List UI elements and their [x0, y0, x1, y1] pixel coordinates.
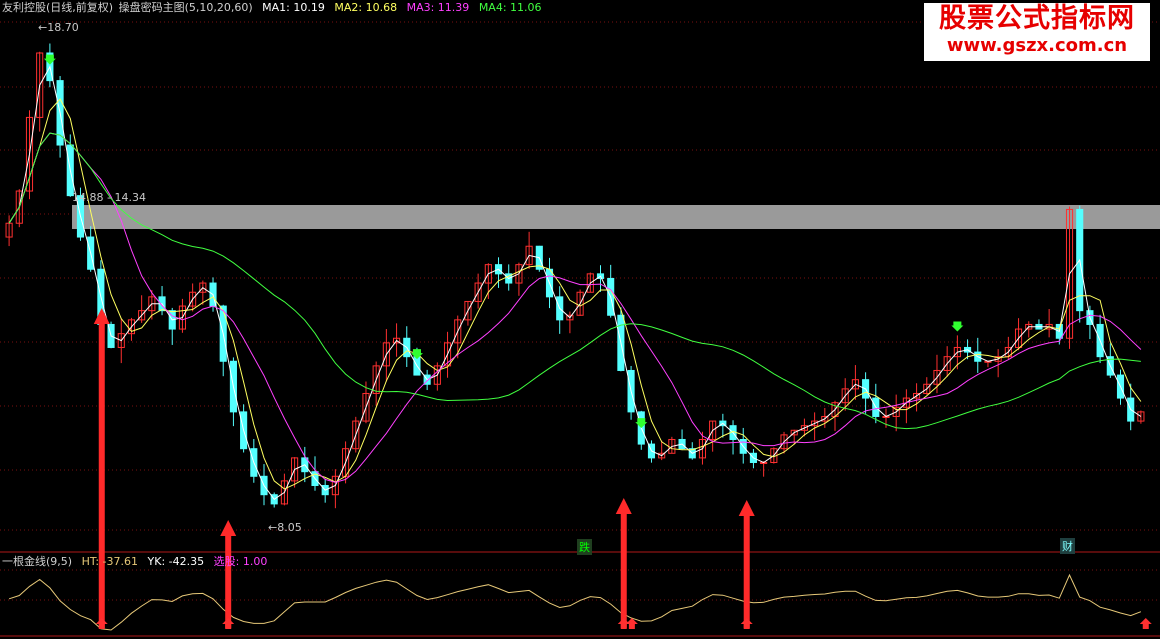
yk-value: YK: -42.35: [147, 555, 205, 568]
ma3-line: [8, 132, 1142, 483]
sell-arrow-icon: [635, 418, 648, 429]
ma4-line: [8, 132, 1141, 430]
sub-chart-header: 一根金线(9,5) HT: -37.61 YK: -42.35 选股: 1.00: [2, 555, 273, 569]
buy-signal-icon: [222, 618, 235, 629]
stock-title: 友利控股(日线,前复权): [2, 1, 114, 14]
sub-indicator-name: 一根金线(9,5): [2, 555, 73, 568]
buy-signal-icon: [1139, 618, 1152, 629]
main-chart-header: 友利控股(日线,前复权) 操盘密码主图(5,10,20,60) MA1: 10.…: [2, 1, 548, 15]
ma2-value: MA2: 10.68: [334, 1, 398, 14]
ma4-value: MA4: 11.06: [478, 1, 542, 14]
buy-arrow-shaft: [743, 512, 750, 628]
watermark-logo: 股票公式指标网 www.gszx.com.cn: [924, 3, 1150, 61]
buy-arrow-shaft: [98, 320, 105, 628]
ma2-line: [8, 98, 1142, 490]
resistance-band: [72, 205, 1160, 229]
band-range-label: 14.88 - 14.34: [72, 191, 146, 204]
high-price-label: ←18.70: [38, 21, 79, 34]
buy-signal-icon: [740, 618, 753, 629]
low-price-label: ←8.05: [268, 521, 302, 534]
xg-value: 选股: 1.00: [213, 555, 268, 568]
die-tag: 跌: [577, 539, 592, 555]
buy-arrow-icon: [738, 500, 755, 516]
ma3-value: MA3: 11.39: [406, 1, 470, 14]
sell-arrow-icon: [951, 321, 964, 332]
watermark-url: www.gszx.com.cn: [946, 35, 1128, 56]
ma1-value: MA1: 10.19: [262, 1, 325, 14]
sell-arrow-icon: [43, 54, 56, 65]
buy-arrow-icon: [220, 520, 237, 536]
buy-arrow-icon: [615, 498, 632, 514]
indicator-name: 操盘密码主图(5,10,20,60): [118, 1, 253, 14]
buy-signal-icon: [95, 618, 108, 629]
golden-line: [8, 573, 1142, 631]
buy-arrow-shaft: [620, 510, 627, 628]
cai-tag: 财: [1060, 538, 1075, 554]
ht-value: HT: -37.61: [81, 555, 139, 568]
buy-arrow-shaft: [225, 532, 232, 628]
buy-arrow-icon: [93, 308, 110, 324]
watermark-name: 股票公式指标网: [939, 3, 1135, 34]
